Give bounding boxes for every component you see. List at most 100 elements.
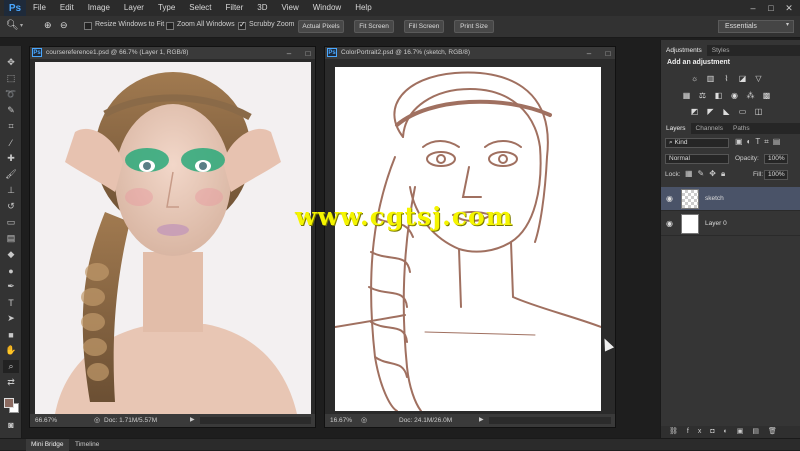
zoom-all-windows-checkbox[interactable] — [166, 22, 174, 30]
menu-3d[interactable]: 3D — [250, 0, 274, 16]
zoom-tool-icon[interactable]: 🔍︎ — [6, 20, 19, 33]
menu-view[interactable]: View — [275, 0, 306, 16]
zoom-out-icon[interactable]: ⊖ — [60, 20, 68, 31]
fit-screen-button[interactable]: Fit Screen — [354, 20, 394, 33]
brush-tool-icon[interactable]: 🖌︎ — [3, 168, 19, 181]
tab-paths[interactable]: Paths — [728, 123, 755, 134]
zoom-in-icon[interactable]: ⊕ — [44, 20, 52, 31]
history-brush-tool-icon[interactable]: ↺ — [3, 200, 19, 213]
brightness-contrast-icon[interactable]: ☼ — [689, 73, 700, 83]
crop-tool-icon[interactable]: ⌗ — [3, 120, 19, 133]
lock-icons[interactable]: ▦✎✥🔒︎ — [685, 169, 730, 179]
fill-screen-button[interactable]: Fill Screen — [404, 20, 444, 33]
workspace-chevron-icon[interactable]: ▾ — [786, 21, 789, 28]
dodge-tool-icon[interactable]: ● — [3, 264, 19, 277]
photo-filter-icon[interactable]: ◉ — [729, 90, 740, 100]
quick-select-tool-icon[interactable]: ✎ — [3, 104, 19, 117]
black-white-icon[interactable]: ◧ — [713, 90, 724, 100]
print-size-button[interactable]: Print Size — [454, 20, 494, 33]
status-menu-arrow-icon[interactable]: ▶ — [190, 414, 195, 427]
curves-icon[interactable]: ⌇ — [721, 73, 732, 83]
document-title-bar[interactable]: Ps coursereference1.psd @ 66.7% (Layer 1… — [30, 47, 315, 59]
channel-mixer-icon[interactable]: ⁂ — [745, 90, 756, 100]
horizontal-scrollbar[interactable] — [200, 417, 311, 424]
healing-brush-tool-icon[interactable]: ✚ — [3, 152, 19, 165]
swap-colors-icon[interactable]: ⇄ — [3, 376, 19, 389]
posterize-icon[interactable]: ◤ — [705, 106, 716, 116]
layer-name[interactable]: Layer 0 — [705, 220, 727, 227]
layer-filter-icons[interactable]: ▣◐T⌗▤ — [735, 137, 784, 147]
tab-adjustments[interactable]: Adjustments — [661, 45, 707, 56]
document-maximize-icon[interactable]: □ — [602, 47, 614, 59]
zoom-level[interactable]: 66.67% — [35, 414, 57, 427]
hand-tool-icon[interactable]: ✋ — [3, 344, 19, 357]
document-minimize-icon[interactable]: – — [283, 47, 295, 59]
menu-image[interactable]: Image — [81, 0, 117, 16]
levels-icon[interactable]: ▥ — [705, 73, 716, 83]
layer-row-sketch[interactable]: ◉ sketch — [661, 187, 800, 211]
eraser-tool-icon[interactable]: ▭ — [3, 216, 19, 229]
path-select-tool-icon[interactable]: ➤ — [3, 312, 19, 325]
minimize-icon[interactable]: – — [744, 0, 762, 16]
sketch-canvas[interactable] — [335, 67, 601, 411]
document-maximize-icon[interactable]: □ — [302, 47, 314, 59]
blur-tool-icon[interactable]: ◆ — [3, 248, 19, 261]
menu-edit[interactable]: Edit — [53, 0, 81, 16]
hue-saturation-icon[interactable]: ▦ — [681, 90, 692, 100]
menu-filter[interactable]: Filter — [219, 0, 251, 16]
actual-pixels-button[interactable]: Actual Pixels — [298, 20, 344, 33]
exposure-icon[interactable]: ◪ — [737, 73, 748, 83]
tab-timeline[interactable]: Timeline — [70, 439, 104, 451]
zoom-tool-active-icon[interactable]: ⌕ — [3, 360, 19, 373]
type-tool-icon[interactable]: T — [3, 296, 19, 309]
eye-icon[interactable]: ◉ — [666, 219, 673, 228]
horizontal-scrollbar[interactable] — [489, 417, 611, 424]
tool-preset-chevron-icon[interactable]: ▾ — [20, 22, 23, 29]
opacity-input[interactable]: 100% — [764, 154, 788, 164]
eyedropper-tool-icon[interactable]: ⁄ — [3, 136, 19, 149]
status-menu-arrow-icon[interactable]: ▶ — [479, 414, 484, 427]
menu-help[interactable]: Help — [348, 0, 378, 16]
clone-stamp-tool-icon[interactable]: ⊥ — [3, 184, 19, 197]
tab-channels[interactable]: Channels — [691, 123, 728, 134]
threshold-icon[interactable]: ◣ — [721, 106, 732, 116]
gradient-tool-icon[interactable]: ▤ — [3, 232, 19, 245]
menu-type[interactable]: Type — [151, 0, 182, 16]
color-balance-icon[interactable]: ⚖ — [697, 90, 708, 100]
eye-icon[interactable]: ◉ — [666, 194, 673, 203]
resize-windows-checkbox[interactable] — [84, 22, 92, 30]
gradient-map-icon[interactable]: ▭ — [737, 106, 748, 116]
move-tool-icon[interactable]: ✥ — [3, 56, 19, 69]
zoom-level[interactable]: 16.67% — [330, 414, 352, 427]
layer-name[interactable]: sketch — [705, 195, 724, 202]
layers-footer-icons[interactable]: ⛓fx◘◐▣▤🗑︎ — [661, 426, 800, 438]
menu-file[interactable]: File — [26, 0, 53, 16]
tab-styles[interactable]: Styles — [707, 45, 735, 56]
tab-layers[interactable]: Layers — [661, 123, 691, 134]
foreground-color-swatch[interactable] — [4, 398, 14, 408]
selective-color-icon[interactable]: ◫ — [753, 106, 764, 116]
marquee-tool-icon[interactable]: ⬚ — [3, 72, 19, 85]
workspace-select[interactable]: Essentials — [718, 20, 794, 33]
document-title-bar[interactable]: Ps ColorPortrait2.psd @ 16.7% (sketch, R… — [325, 47, 615, 59]
document-window-reference[interactable]: Ps coursereference1.psd @ 66.7% (Layer 1… — [29, 46, 316, 428]
scrubby-zoom-checkbox[interactable] — [238, 20, 246, 30]
pen-tool-icon[interactable]: ✒ — [3, 280, 19, 293]
document-minimize-icon[interactable]: – — [583, 47, 595, 59]
reference-photo-canvas[interactable] — [35, 62, 311, 414]
color-lookup-icon[interactable]: ▩ — [761, 90, 772, 100]
invert-icon[interactable]: ◩ — [689, 106, 700, 116]
quick-mask-icon[interactable]: ◙ — [3, 418, 19, 431]
menu-select[interactable]: Select — [182, 0, 218, 16]
close-icon[interactable]: ✕ — [780, 0, 798, 16]
menu-layer[interactable]: Layer — [117, 0, 151, 16]
blend-mode-select[interactable]: Normal — [665, 154, 729, 164]
layer-row-layer0[interactable]: ◉ Layer 0 — [661, 212, 800, 236]
maximize-icon[interactable]: □ — [762, 0, 780, 16]
layer-filter-kind-select[interactable]: ⌕ Kind — [665, 138, 729, 148]
rectangle-tool-icon[interactable]: ■ — [3, 328, 19, 341]
vibrance-icon[interactable]: ▽ — [753, 73, 764, 83]
tab-mini-bridge[interactable]: Mini Bridge — [26, 439, 69, 451]
document-window-sketch[interactable]: Ps ColorPortrait2.psd @ 16.7% (sketch, R… — [324, 46, 616, 428]
fill-input[interactable]: 100% — [764, 170, 788, 180]
